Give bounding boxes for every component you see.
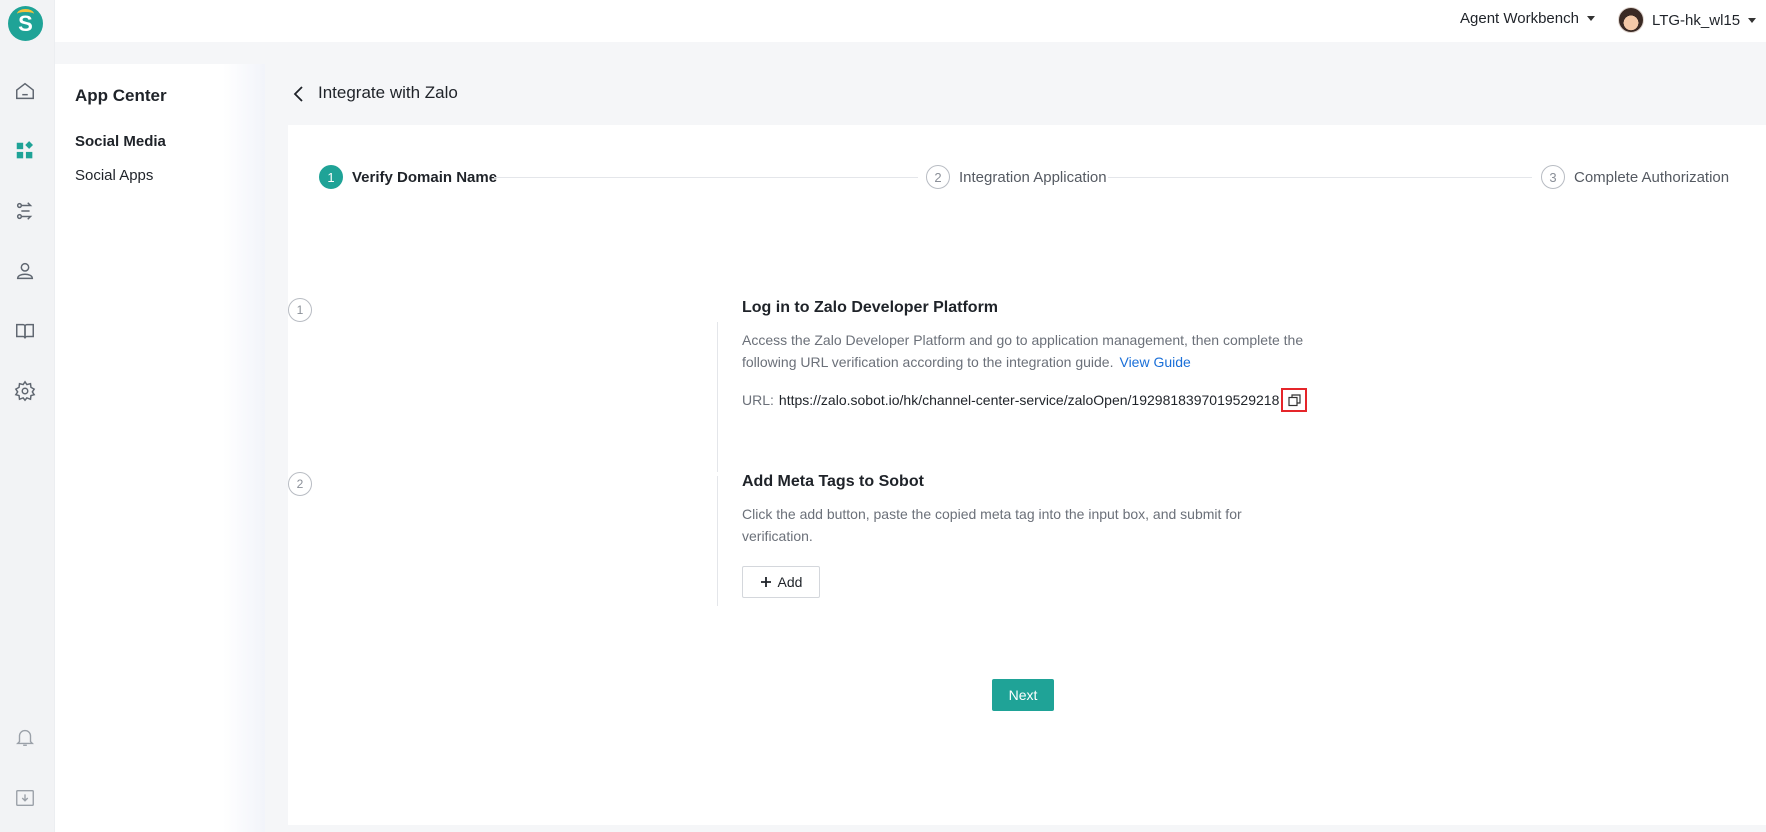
top-bar: Agent Workbench LTG-hk_wl15 <box>55 0 1766 42</box>
step-number: 1 <box>319 165 343 189</box>
workspace-switcher[interactable]: Agent Workbench <box>1460 10 1595 27</box>
description-line: Access the Zalo Developer Platform and g… <box>742 332 1304 348</box>
section-number: 1 <box>288 298 312 322</box>
description-line-2: verification. <box>742 528 813 544</box>
step-verify-domain: 1 Verify Domain Name <box>319 165 497 189</box>
home-icon[interactable] <box>12 78 38 104</box>
section-description: Access the Zalo Developer Platform and g… <box>742 329 1342 373</box>
app-center-sidebar: App Center Social Media Social Apps <box>55 64 265 832</box>
page-header: Integrate with Zalo <box>265 64 1766 124</box>
plus-icon <box>760 577 771 587</box>
step-number: 3 <box>1541 165 1565 189</box>
step-label: Verify Domain Name <box>352 168 498 186</box>
next-button[interactable]: Next <box>992 679 1054 711</box>
step-divider <box>1108 177 1532 178</box>
sidebar-item-social-apps[interactable]: Social Apps <box>75 167 153 184</box>
avatar <box>1618 7 1644 33</box>
bell-icon[interactable] <box>12 724 38 750</box>
step-complete-authorization: 3 Complete Authorization <box>1541 165 1729 189</box>
stepper: 1 Verify Domain Name 2 Integration Appli… <box>288 125 1766 205</box>
url-label: URL: <box>742 392 774 408</box>
section-number: 2 <box>288 472 312 496</box>
description-text: following URL verification according to … <box>742 354 1114 370</box>
add-button[interactable]: Add <box>742 566 820 598</box>
settings-gear-icon[interactable] <box>12 378 38 404</box>
workspace-label: Agent Workbench <box>1460 10 1579 27</box>
add-button-label: Add <box>777 574 803 590</box>
back-arrow-icon[interactable] <box>292 84 306 104</box>
url-row: URL: https://zalo.sobot.io/hk/channel-ce… <box>742 388 1308 412</box>
user-menu[interactable]: LTG-hk_wl15 <box>1618 7 1757 33</box>
download-icon[interactable] <box>12 785 38 811</box>
section-description: Click the add button, paste the copied m… <box>742 503 1342 547</box>
section-title: Log in to Zalo Developer Platform <box>742 299 999 316</box>
step-number: 2 <box>926 165 950 189</box>
chevron-down-icon <box>1586 16 1595 21</box>
routing-icon[interactable] <box>12 198 38 224</box>
apps-icon[interactable] <box>12 138 38 164</box>
step-integration-application: 2 Integration Application <box>926 165 1107 189</box>
chevron-down-icon <box>1748 17 1757 23</box>
knowledge-book-icon[interactable] <box>12 318 38 344</box>
copy-icon[interactable] <box>1281 388 1308 412</box>
section-connector <box>717 476 718 606</box>
integration-card: 1 Verify Domain Name 2 Integration Appli… <box>288 125 1766 825</box>
description-line: Click the add button, paste the copied m… <box>742 506 1242 522</box>
view-guide-link[interactable]: View Guide <box>1119 354 1190 370</box>
section-connector <box>717 322 718 472</box>
app-logo[interactable]: S <box>8 6 43 41</box>
section-title: Add Meta Tags to Sobot <box>742 473 924 490</box>
step-label: Integration Application <box>959 168 1107 186</box>
contacts-icon[interactable] <box>12 258 38 284</box>
user-name: LTG-hk_wl15 <box>1652 11 1741 29</box>
url-value: https://zalo.sobot.io/hk/channel-center-… <box>778 392 1280 408</box>
sidebar-title: App Center <box>75 86 167 105</box>
step-label: Complete Authorization <box>1574 168 1730 186</box>
sidebar-item-social-media[interactable]: Social Media <box>75 133 166 150</box>
step-divider <box>494 177 918 178</box>
left-rail: S <box>0 0 55 832</box>
page-title: Integrate with Zalo <box>318 83 458 102</box>
description-line-2: following URL verification according to … <box>742 351 1342 373</box>
